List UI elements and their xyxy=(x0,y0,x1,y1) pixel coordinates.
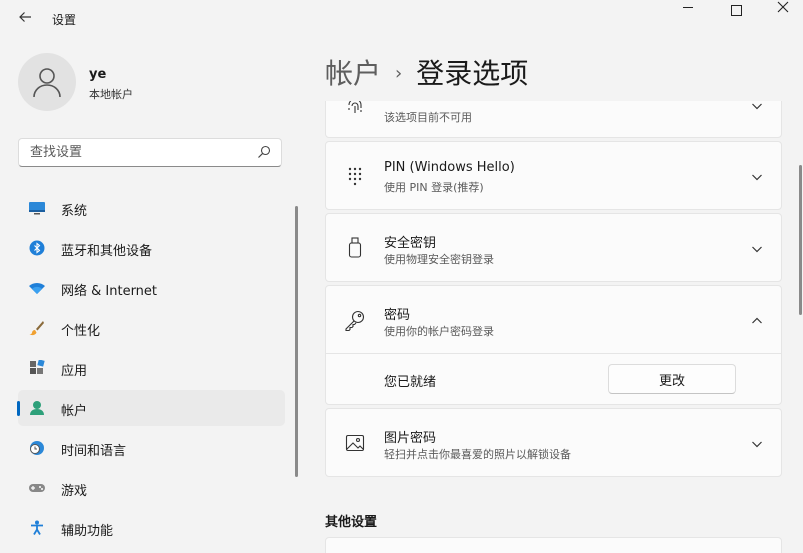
sidebar-item-network[interactable]: 网络 & Internet xyxy=(18,270,285,306)
sidebar-scrollbar[interactable] xyxy=(295,206,298,477)
maximize-button[interactable] xyxy=(713,0,759,26)
title-bar: 设置 xyxy=(0,0,803,40)
option-picture-password[interactable]: 图片密码 轻扫并点击你最喜爱的照片以解锁设备 xyxy=(325,408,782,477)
sidebar-item-system[interactable]: 系统 xyxy=(18,190,285,226)
maximize-icon xyxy=(730,4,742,16)
sidebar-item-label: 帐户 xyxy=(61,404,88,419)
page-title: 登录选项 xyxy=(416,57,529,90)
sidebar-item-accessibility[interactable]: 辅助功能 xyxy=(18,510,285,546)
sidebar-nav: 系统 蓝牙和其他设备 网络 & Internet 个性化 应用 帐户 时间和语言… xyxy=(17,190,285,550)
option-subtitle: 轻扫并点击你最喜爱的照片以解锁设备 xyxy=(384,448,571,461)
user-name: ye xyxy=(89,67,107,82)
user-avatar-icon xyxy=(33,68,61,98)
chevron-down-icon[interactable] xyxy=(751,171,763,183)
account-icon xyxy=(28,400,46,416)
sidebar-item-bluetooth[interactable]: 蓝牙和其他设备 xyxy=(18,230,285,266)
accessibility-icon xyxy=(28,520,46,536)
user-profile[interactable]: ye 本地帐户 xyxy=(18,53,288,115)
active-indicator xyxy=(17,401,20,416)
option-password[interactable]: 密码 使用你的帐户密码登录 xyxy=(325,285,782,354)
bluetooth-icon xyxy=(28,240,46,256)
sidebar-item-accounts[interactable]: 帐户 xyxy=(17,390,285,426)
apps-icon xyxy=(28,360,46,376)
option-title: 密码 xyxy=(384,308,411,323)
fingerprint-icon xyxy=(344,101,366,117)
chevron-down-icon[interactable] xyxy=(751,101,763,112)
sidebar-item-label: 应用 xyxy=(61,364,88,379)
breadcrumb-parent[interactable]: 帐户 xyxy=(325,57,381,90)
sidebar-item-label: 辅助功能 xyxy=(61,524,114,539)
option-subtitle: 使用你的帐户密码登录 xyxy=(384,325,494,338)
sidebar-item-label: 网络 & Internet xyxy=(61,284,158,299)
usb-key-icon xyxy=(344,237,366,259)
option-title: 安全密钥 xyxy=(384,236,437,251)
search-icon[interactable] xyxy=(257,145,271,159)
chevron-down-icon[interactable] xyxy=(751,438,763,450)
search-input[interactable] xyxy=(28,144,252,161)
option-title: PIN (Windows Hello) xyxy=(384,160,515,175)
key-icon xyxy=(344,309,366,331)
wifi-icon xyxy=(28,280,46,296)
other-settings-heading: 其他设置 xyxy=(325,515,378,530)
sidebar-item-label: 蓝牙和其他设备 xyxy=(61,244,153,259)
account-type: 本地帐户 xyxy=(89,88,133,101)
option-subtitle: 使用物理安全密钥登录 xyxy=(384,253,494,266)
sidebar-item-label: 系统 xyxy=(61,204,88,219)
password-status: 您已就绪 xyxy=(384,375,437,390)
sidebar-item-label: 时间和语言 xyxy=(61,444,127,459)
content-scrollbar[interactable] xyxy=(799,165,802,315)
option-pin[interactable]: PIN (Windows Hello) 使用 PIN 登录(推荐) xyxy=(325,141,782,210)
sidebar-item-time-language[interactable]: 时间和语言 xyxy=(18,430,285,466)
sidebar-item-apps[interactable]: 应用 xyxy=(18,350,285,386)
gamepad-icon xyxy=(28,480,46,496)
option-subtitle: 该选项目前不可用 xyxy=(384,111,472,124)
option-security-key[interactable]: 安全密钥 使用物理安全密钥登录 xyxy=(325,213,782,282)
breadcrumb: 帐户 › 登录选项 xyxy=(325,52,528,92)
option-next-card[interactable] xyxy=(325,537,782,553)
option-title: 图片密码 xyxy=(384,431,437,446)
change-password-button[interactable]: 更改 xyxy=(608,364,736,394)
avatar xyxy=(18,53,76,111)
back-button[interactable] xyxy=(14,8,36,30)
globe-clock-icon xyxy=(28,440,46,456)
pin-keypad-icon xyxy=(344,165,366,187)
option-fingerprint[interactable]: 该选项目前不可用 xyxy=(325,101,782,138)
close-button[interactable] xyxy=(760,0,803,26)
sidebar-item-label: 游戏 xyxy=(61,484,88,499)
sign-in-options-list: 该选项目前不可用 PIN (Windows Hello) 使用 PIN 登录(推… xyxy=(325,101,782,553)
app-title: 设置 xyxy=(52,13,77,27)
brush-icon xyxy=(28,320,46,336)
chevron-down-icon[interactable] xyxy=(751,243,763,255)
breadcrumb-separator: › xyxy=(395,63,403,84)
option-subtitle: 使用 PIN 登录(推荐) xyxy=(384,181,484,194)
arrow-left-icon xyxy=(19,12,31,22)
minimize-icon xyxy=(683,6,693,8)
sidebar-item-gaming[interactable]: 游戏 xyxy=(18,470,285,506)
close-icon xyxy=(777,1,789,13)
sidebar-item-personalization[interactable]: 个性化 xyxy=(18,310,285,346)
minimize-button[interactable] xyxy=(665,0,711,26)
chevron-up-icon[interactable] xyxy=(751,315,763,327)
password-panel: 您已就绪 更改 xyxy=(325,353,782,405)
system-display-icon xyxy=(28,200,46,216)
search-box[interactable] xyxy=(18,138,282,167)
sidebar-item-label: 个性化 xyxy=(61,324,101,339)
picture-icon xyxy=(344,432,366,454)
